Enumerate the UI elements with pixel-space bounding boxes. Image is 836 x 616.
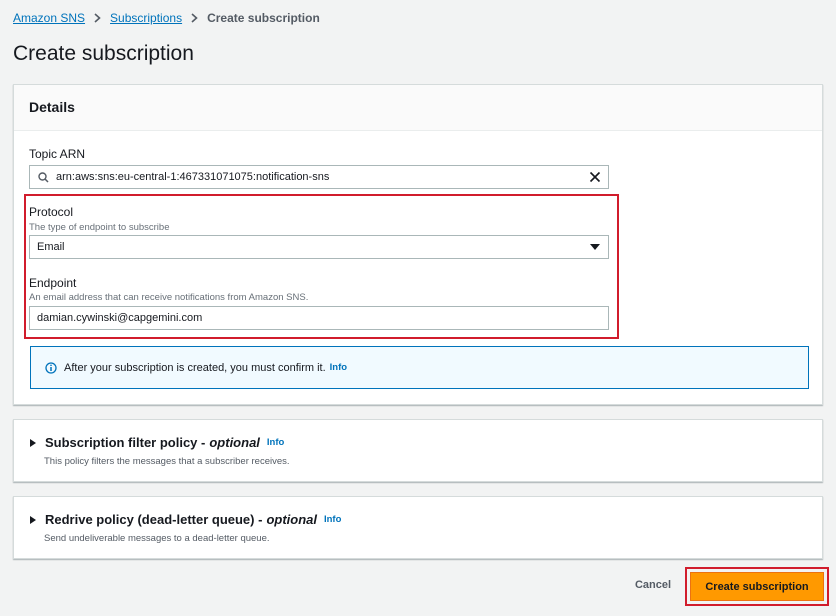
filter-policy-panel[interactable]: Subscription filter policy - optional In… — [13, 419, 823, 482]
endpoint-value: damian.cywinski@capgemini.com — [37, 312, 203, 324]
breadcrumb-link-subscriptions[interactable]: Subscriptions — [110, 11, 182, 25]
create-button-highlight: Create subscription — [685, 567, 829, 606]
clear-icon[interactable] — [589, 171, 601, 183]
info-link[interactable]: Info — [330, 362, 347, 373]
caret-right-icon — [30, 515, 36, 524]
redrive-policy-optional: optional — [266, 512, 317, 527]
info-icon — [45, 361, 57, 374]
create-subscription-button[interactable]: Create subscription — [690, 572, 824, 601]
caret-right-icon — [30, 438, 36, 447]
info-alert: After your subscription is created, you … — [30, 346, 809, 389]
endpoint-input[interactable]: damian.cywinski@capgemini.com — [29, 306, 609, 330]
chevron-right-icon — [94, 13, 101, 23]
breadcrumb-current: Create subscription — [207, 11, 320, 25]
filter-policy-title: Subscription filter policy - — [45, 435, 206, 450]
filter-policy-header[interactable]: Subscription filter policy - optional In… — [30, 435, 284, 450]
redrive-policy-title: Redrive policy (dead-letter queue) - — [45, 512, 263, 527]
details-header: Details — [14, 85, 822, 131]
protocol-label: Protocol — [29, 205, 74, 219]
protocol-description: The type of endpoint to subscribe — [29, 222, 170, 233]
search-icon — [38, 171, 49, 183]
endpoint-description: An email address that can receive notifi… — [29, 292, 309, 303]
breadcrumb: Amazon SNS Subscriptions Create subscrip… — [13, 10, 320, 26]
info-message: After your subscription is created, you … — [64, 361, 326, 374]
protocol-value: Email — [37, 241, 65, 253]
filter-policy-optional: optional — [209, 435, 260, 450]
redrive-policy-description: Send undeliverable messages to a dead-le… — [44, 533, 270, 544]
endpoint-label: Endpoint — [29, 276, 77, 290]
page-title: Create subscription — [13, 42, 194, 65]
redrive-policy-panel[interactable]: Redrive policy (dead-letter queue) - opt… — [13, 496, 823, 559]
details-title: Details — [29, 99, 75, 115]
caret-down-icon — [590, 244, 600, 251]
filter-policy-info-link[interactable]: Info — [267, 437, 284, 448]
topic-arn-label: Topic ARN — [29, 147, 86, 161]
topic-arn-value: arn:aws:sns:eu-central-1:467331071075:no… — [56, 171, 330, 183]
redrive-policy-info-link[interactable]: Info — [324, 514, 341, 525]
details-panel: Details Topic ARN arn:aws:sns:eu-central… — [13, 84, 823, 405]
topic-arn-input[interactable]: arn:aws:sns:eu-central-1:467331071075:no… — [29, 165, 609, 189]
protocol-select[interactable]: Email — [29, 235, 609, 259]
cancel-button[interactable]: Cancel — [628, 576, 678, 594]
redrive-policy-header[interactable]: Redrive policy (dead-letter queue) - opt… — [30, 512, 341, 527]
breadcrumb-link-amazon-sns[interactable]: Amazon SNS — [13, 11, 85, 25]
filter-policy-description: This policy filters the messages that a … — [44, 456, 290, 467]
chevron-right-icon — [191, 13, 198, 23]
